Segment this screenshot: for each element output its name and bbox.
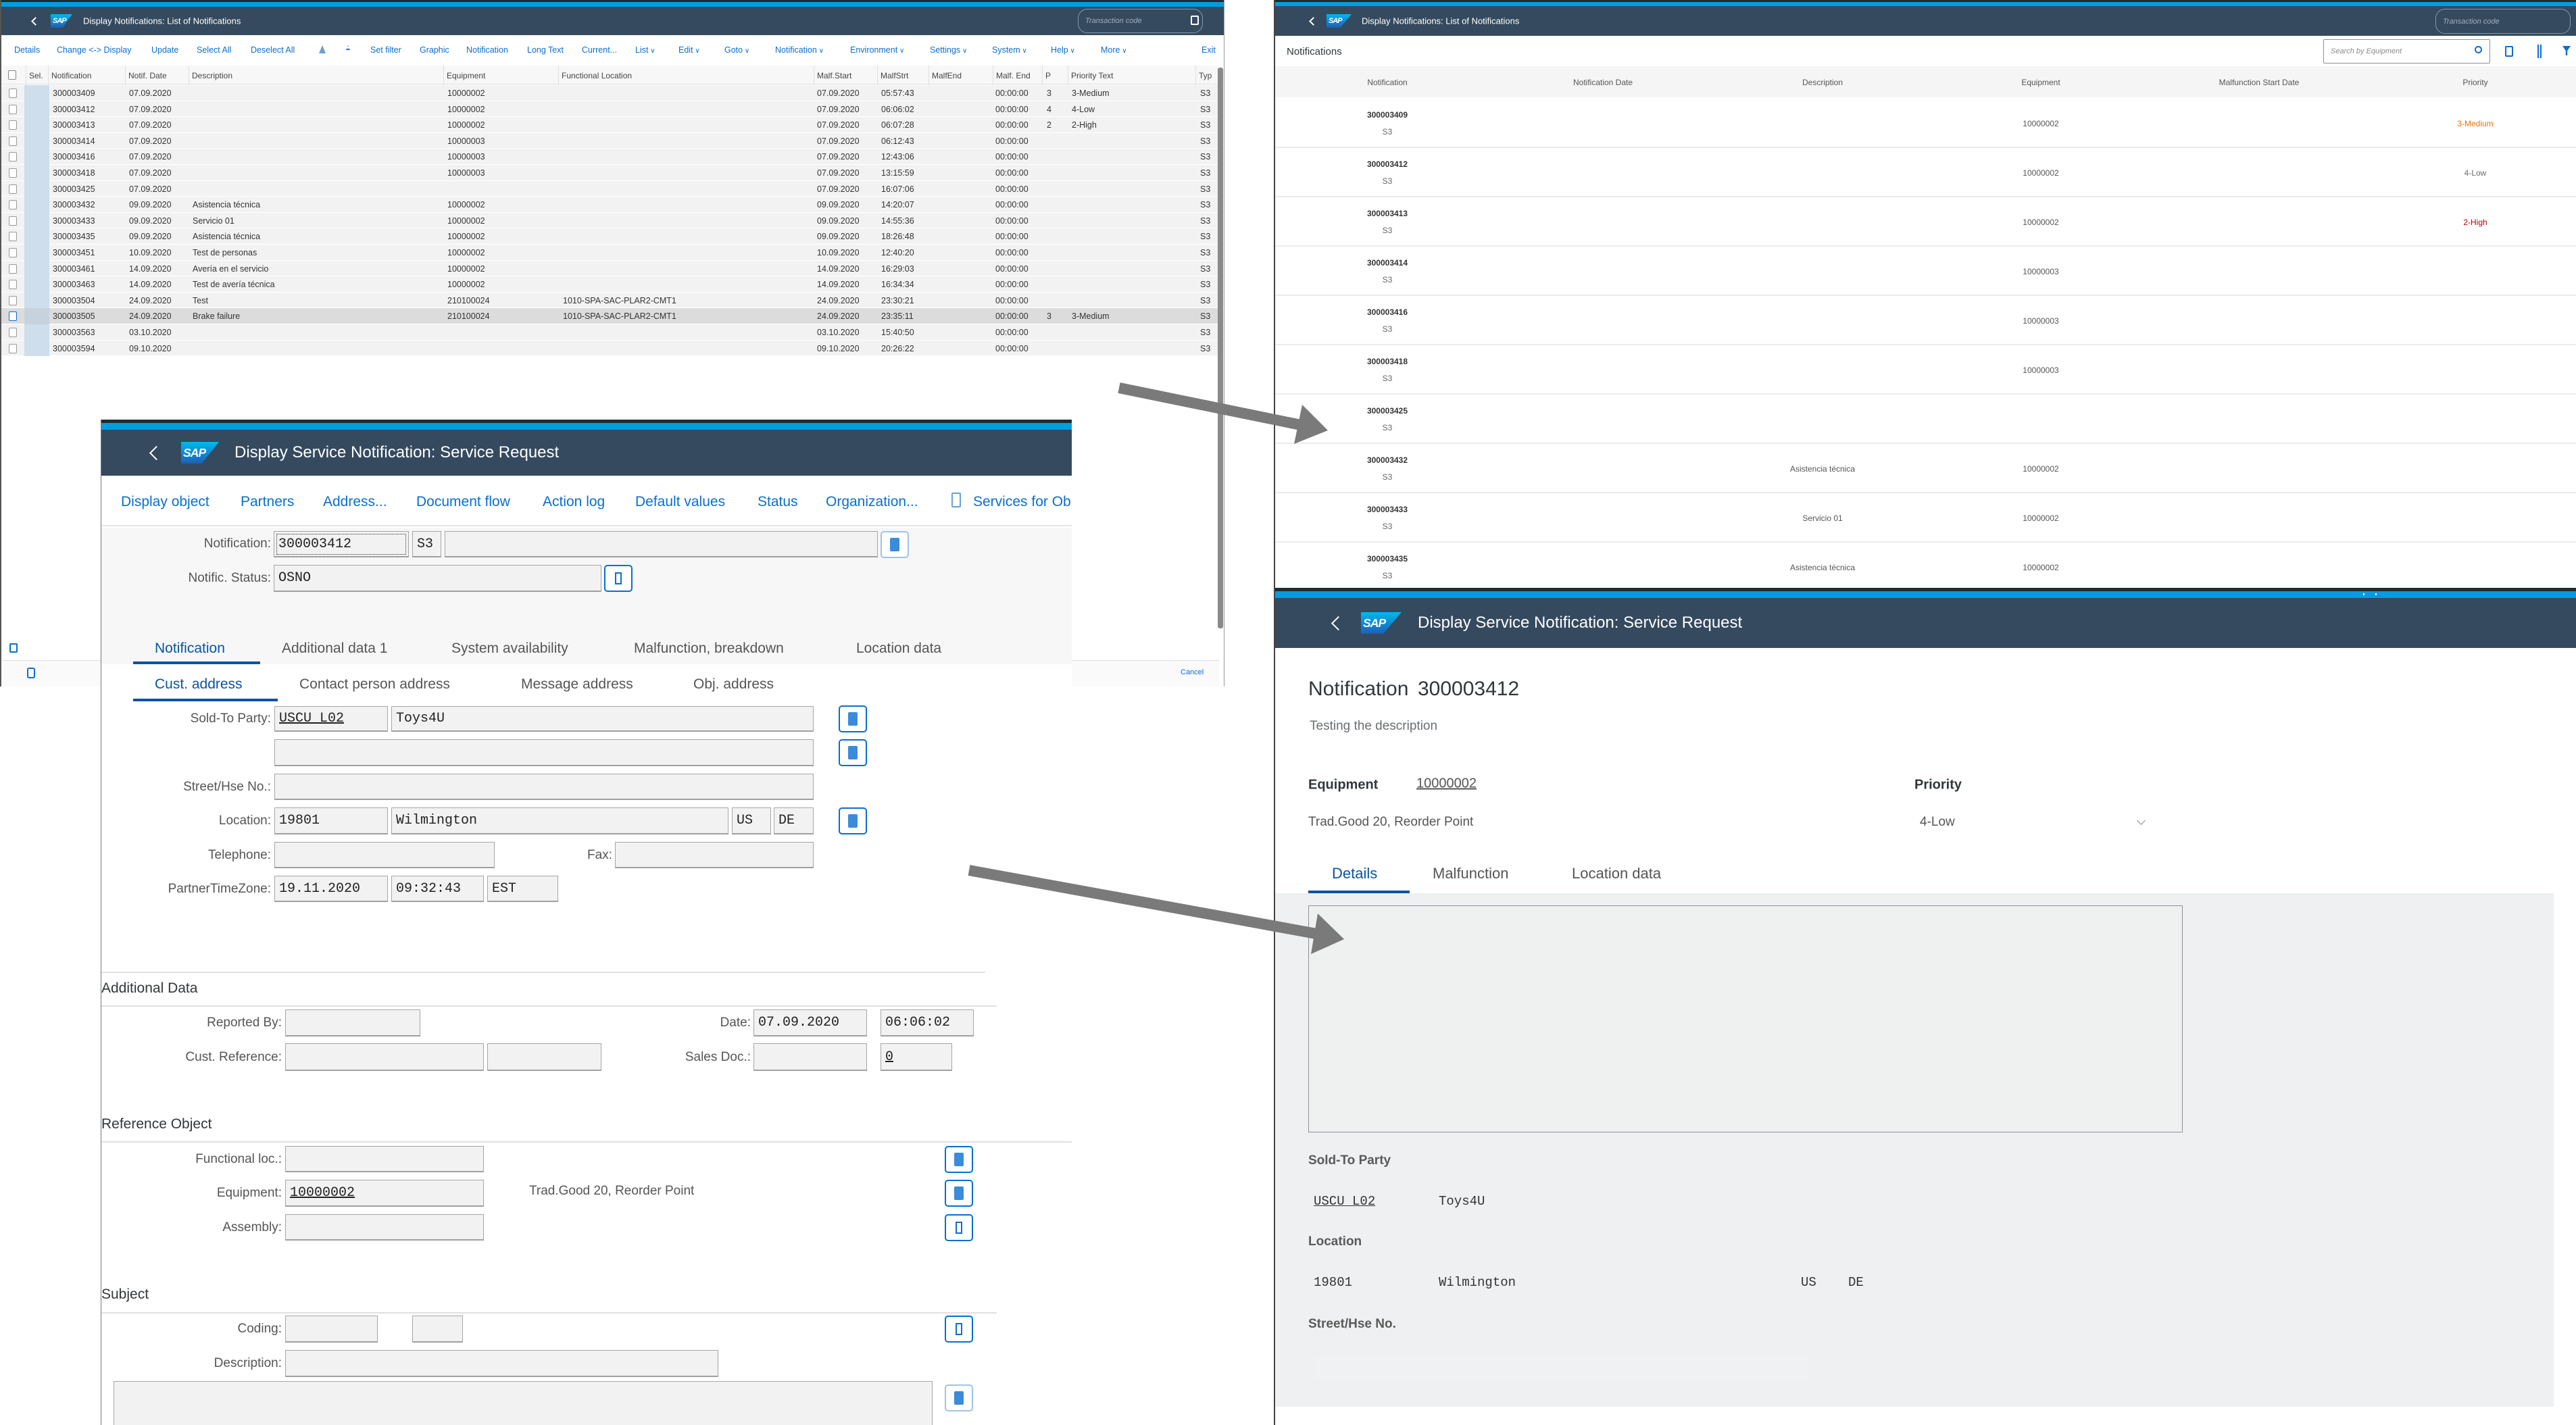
arrow-icon (968, 865, 1344, 954)
arrow-icon (1118, 382, 1328, 444)
annotation-arrows (968, 382, 1344, 954)
